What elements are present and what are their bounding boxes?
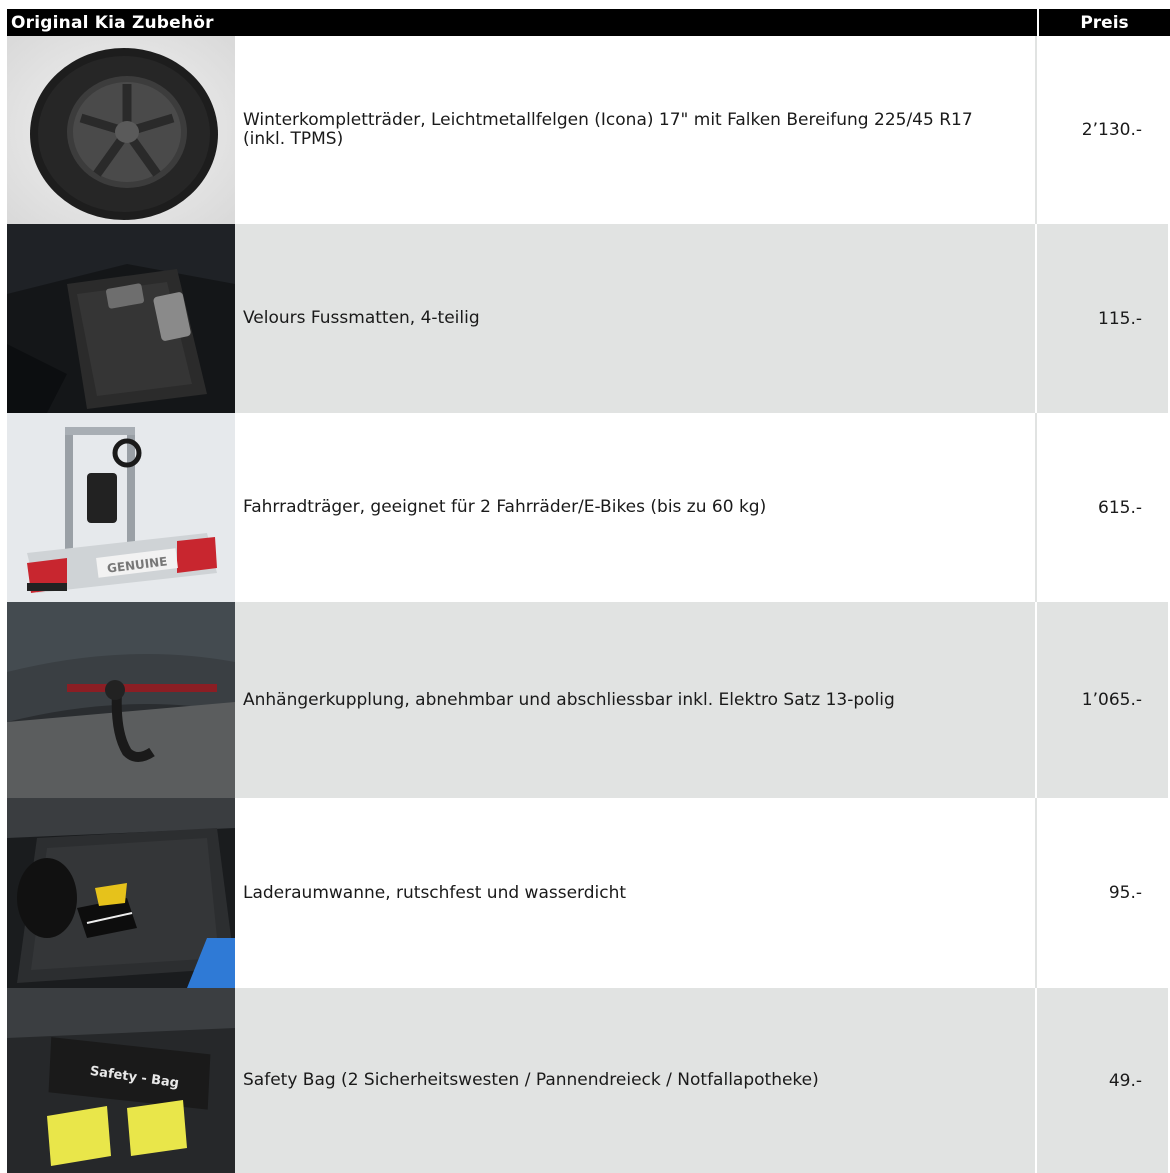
item-price: 95.- [1035,798,1168,988]
item-description: Safety Bag (2 Sicherheitswesten / Pannen… [235,988,1035,1173]
safety-bag-image: Safety - Bag [7,988,235,1173]
item-price: 115.- [1035,224,1168,413]
item-description: Anhängerkupplung, abnehmbar und abschlie… [235,602,1035,798]
cargo-tray-image [7,798,235,988]
item-description: Velours Fussmatten, 4-teilig [235,224,1035,413]
header-item-column: Original Kia Zubehör [11,12,214,33]
accessories-table: Original Kia Zubehör Preis Winterkomplet… [7,9,1170,1173]
table-row: Safety - Bag Safety Bag (2 Sicherheitswe… [7,988,1170,1173]
tow-hitch-image [7,602,235,798]
floor-mats-image [7,224,235,413]
table-row: Winterkompletträder, Leichtmetallfelgen … [7,36,1170,224]
header-price-column: Preis [1037,9,1170,36]
table-row: GENUINE Fahrradträger, geeignet für 2 Fa… [7,413,1170,602]
item-description: Laderaumwanne, rutschfest und wasserdich… [243,882,627,903]
item-price: 2’130.- [1035,36,1168,224]
item-description: Fahrradträger, geeignet für 2 Fahrräder/… [243,497,767,517]
table-row: Velours Fussmatten, 4-teilig 115.- [7,224,1170,413]
item-description: Winterkompletträder, Leichtmetallfelgen … [243,110,973,149]
item-price: 1’065.- [1035,602,1168,798]
table-row: Anhängerkupplung, abnehmbar und abschlie… [7,602,1170,798]
alloy-wheel-image [7,36,235,224]
table-row: Laderaumwanne, rutschfest und wasserdich… [7,798,1170,988]
table-header: Original Kia Zubehör Preis [7,9,1170,36]
item-price: 49.- [1035,988,1168,1173]
item-price: 615.- [1035,413,1168,602]
bike-carrier-image: GENUINE [7,413,235,602]
